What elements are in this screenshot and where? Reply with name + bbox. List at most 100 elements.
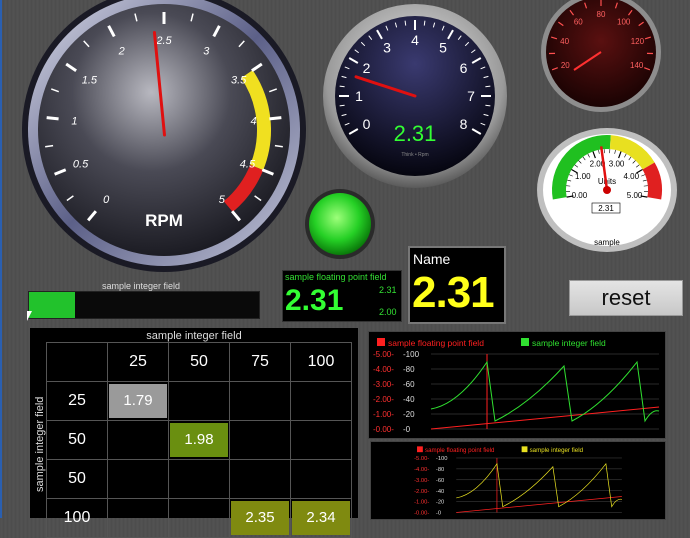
chart-left-tick: -0.00-	[373, 425, 394, 434]
units-caption: sample	[594, 238, 620, 247]
table-row: 501.98	[47, 421, 352, 460]
tachometer-readout: 2.31	[394, 121, 437, 146]
chart-right-tick: -40	[436, 489, 444, 495]
tachometer-dial: 012345678 2.31 Think • Rpm	[315, 4, 519, 188]
table-column-header: 100	[291, 343, 352, 382]
legend-swatch	[521, 338, 529, 346]
chart-right-tick: -60	[436, 478, 444, 484]
table-cell	[291, 382, 352, 421]
table-cell: 2.34	[291, 499, 352, 538]
rpm-tick	[47, 118, 59, 119]
status-bar-fill	[29, 292, 75, 318]
status-bar	[28, 291, 260, 319]
legend-swatch	[417, 446, 423, 452]
legend-swatch	[522, 446, 528, 452]
trend-chart-2: sample floating point field sample intege…	[370, 441, 666, 520]
rpm-tick-label: 2	[118, 46, 125, 58]
rpm-tick-label: 0	[103, 194, 110, 206]
table-row: 251.79	[47, 382, 352, 421]
digital-display-label: sample floating point field	[285, 272, 387, 282]
table-grid: 255075100251.79501.98501002.352.34	[46, 342, 352, 538]
table-top-label: sample integer field	[30, 330, 358, 342]
table-cell	[291, 460, 352, 499]
rpm-tick-label: 1.5	[82, 75, 98, 87]
status-indicator-light	[304, 188, 376, 260]
status-bar-label: sample integer field	[102, 281, 180, 291]
chart-left-tick: -2.00-	[373, 395, 394, 404]
rpm-tick-label: 5	[219, 194, 226, 206]
chart-right-tick: -100	[403, 350, 420, 359]
table-cell: 1.98	[169, 421, 230, 460]
table-row: 1002.352.34	[47, 499, 352, 538]
speedometer-tick-label: 80	[597, 10, 606, 19]
name-title: Name	[413, 251, 450, 267]
chart-right-tick: -0	[403, 425, 411, 434]
tachometer-tick	[340, 105, 345, 106]
chart-right-tick: -20	[403, 410, 415, 419]
digital-display-value: 2.31	[285, 284, 343, 318]
tachometer-tick-label: 7	[467, 88, 475, 104]
legend-label: sample integer field	[532, 338, 606, 348]
units-red-band	[649, 166, 655, 198]
table-cell-value: 1.98	[170, 423, 228, 457]
table-column-header: 50	[169, 343, 230, 382]
speedometer-tick-label: 140	[630, 61, 644, 70]
tachometer-tick-label: 5	[439, 40, 447, 56]
rpm-tick-label: 4	[250, 116, 256, 128]
units-tick-label: 5.00	[627, 191, 643, 200]
rpm-tick-label: 1	[71, 116, 77, 128]
legend-swatch	[377, 338, 385, 346]
chart-left-tick: -5.00-	[373, 350, 394, 359]
tachometer-caption: Think • Rpm	[401, 152, 428, 158]
series-integer-line	[431, 362, 659, 421]
digital-display-min: 2.00	[379, 307, 397, 317]
name-display: Name 2.31	[408, 246, 506, 324]
reset-button[interactable]: reset	[569, 280, 683, 316]
table-cell	[169, 382, 230, 421]
table-cell	[230, 382, 291, 421]
legend-label: sample floating point field	[388, 338, 484, 348]
legend-label: sample floating point field	[425, 447, 495, 454]
rpm-tick-label: 0.5	[73, 159, 89, 171]
chart-right-tick: -60	[403, 380, 415, 389]
legend-label: sample integer field	[530, 447, 584, 454]
chart-right-tick: -0	[436, 511, 441, 517]
rpm-gauge: 00.511.522.533.544.55 RPM	[22, 0, 312, 276]
tachometer-tick-label: 1	[355, 88, 363, 104]
chart-right-tick: -80	[403, 365, 415, 374]
tachometer-tick-label: 0	[363, 116, 371, 132]
tachometer-tick	[485, 86, 490, 87]
table-row-header: 50	[47, 421, 108, 460]
units-tick-label: 1.00	[575, 172, 591, 181]
chart-left-tick: -2.00-	[414, 489, 429, 495]
chart-left-tick: -3.00-	[414, 478, 429, 484]
speedometer-tick-label: 60	[574, 18, 583, 27]
table-column-header: 75	[230, 343, 291, 382]
table-cell-value: 2.35	[231, 501, 289, 535]
rpm-tick	[269, 118, 281, 119]
digital-display: sample floating point field 2.31 2.31 2.…	[282, 270, 402, 322]
tachometer-tick	[485, 105, 490, 106]
table-cell	[108, 499, 169, 538]
speedometer-tick-label: 40	[560, 37, 569, 46]
speedometer-tick-label: 100	[617, 18, 631, 27]
table-cell-value: 1.79	[109, 384, 167, 418]
trend-chart-1: sample floating point field sample intege…	[368, 331, 666, 439]
table-cell	[169, 460, 230, 499]
chart-left-tick: -5.00-	[414, 456, 429, 462]
chart-left-tick: -4.00-	[414, 467, 429, 473]
chart-left-tick: -0.00-	[414, 511, 429, 517]
table-row-header: 25	[47, 382, 108, 421]
rpm-tick-label: 3.5	[231, 75, 247, 87]
tachometer-tick-label: 3	[383, 40, 391, 56]
chart-right-tick: -100	[436, 456, 448, 462]
rpm-tick-label: 4.5	[240, 159, 256, 171]
table-cell	[230, 421, 291, 460]
tachometer-tick	[405, 21, 406, 26]
table-cell: 1.79	[108, 382, 169, 421]
tachometer-tick-label: 4	[411, 32, 419, 48]
units-tick-label: 3.00	[609, 160, 625, 169]
series-integer-line	[456, 464, 622, 507]
rpm-tick-label: 2.5	[155, 35, 172, 47]
tachometer-tick-label: 2	[363, 60, 371, 76]
